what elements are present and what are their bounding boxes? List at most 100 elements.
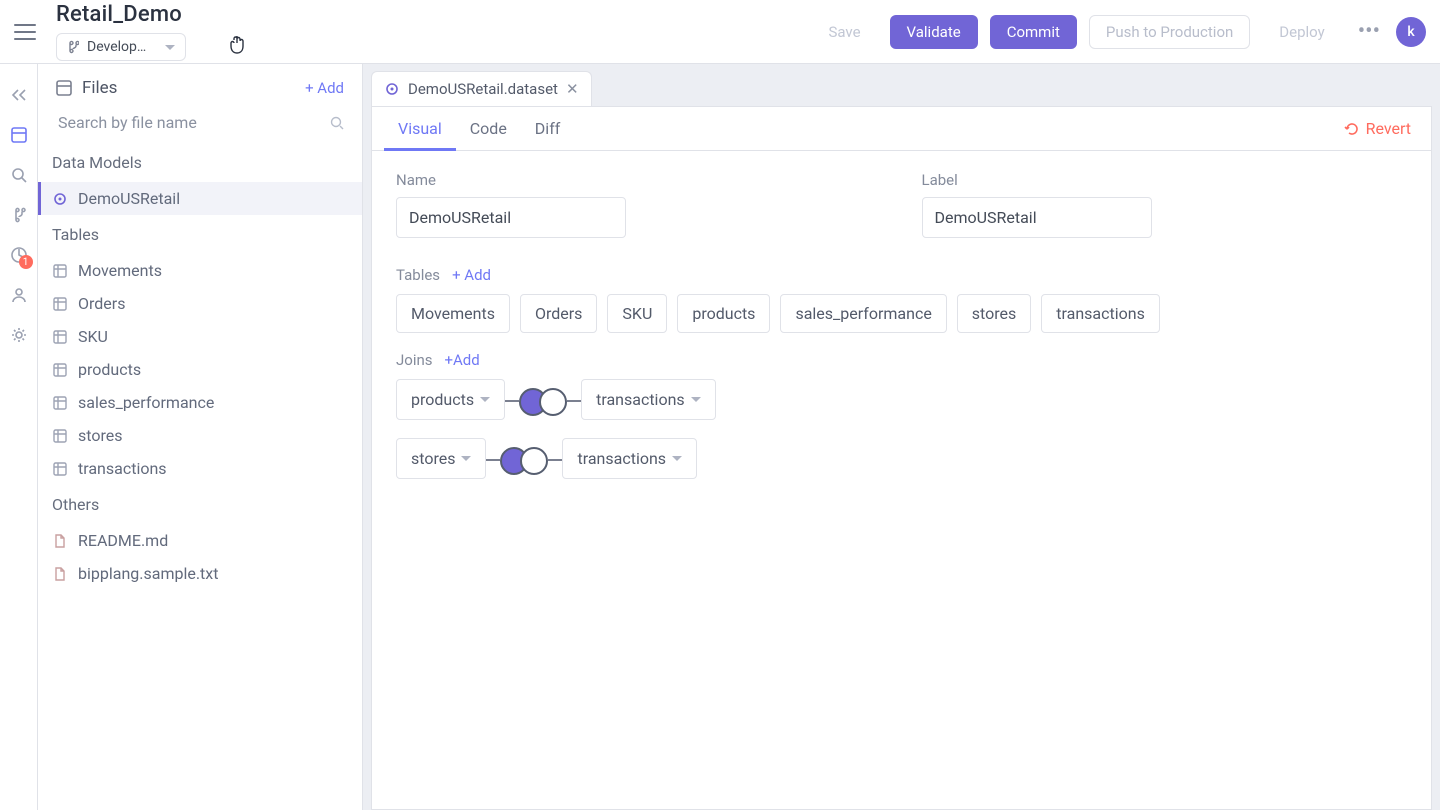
subtab-visual[interactable]: Visual bbox=[384, 107, 456, 150]
file-item-table[interactable]: Orders bbox=[38, 287, 362, 320]
file-tab-label: DemoUSRetail.dataset bbox=[408, 80, 558, 98]
table-chip[interactable]: Movements bbox=[396, 294, 510, 333]
chevron-down-icon bbox=[461, 456, 471, 461]
section-tables: Tables bbox=[38, 215, 362, 254]
file-search-input[interactable] bbox=[56, 112, 330, 133]
chevron-down-icon bbox=[165, 45, 175, 50]
joins-heading: Joins bbox=[396, 351, 433, 369]
hamburger-menu-icon[interactable] bbox=[14, 24, 36, 40]
table-icon bbox=[52, 263, 68, 279]
validate-button[interactable]: Validate bbox=[890, 15, 978, 49]
dataset-icon bbox=[52, 191, 68, 207]
files-header-icon bbox=[56, 80, 72, 96]
activity-rail-icon[interactable]: 1 bbox=[8, 244, 30, 266]
notification-badge: 1 bbox=[19, 255, 33, 269]
file-item-label: Movements bbox=[78, 261, 162, 280]
table-icon bbox=[52, 395, 68, 411]
table-chip[interactable]: SKU bbox=[607, 294, 667, 333]
table-icon bbox=[52, 461, 68, 477]
search-icon bbox=[330, 116, 344, 130]
file-icon bbox=[52, 533, 68, 549]
settings-rail-icon[interactable] bbox=[8, 324, 30, 346]
add-table-button[interactable]: + Add bbox=[452, 266, 491, 284]
user-rail-icon[interactable] bbox=[8, 284, 30, 306]
file-item-other[interactable]: bipplang.sample.txt bbox=[38, 557, 362, 590]
collapse-panel-icon[interactable] bbox=[8, 84, 30, 106]
file-item-label: README.md bbox=[78, 531, 168, 550]
file-item-other[interactable]: README.md bbox=[38, 524, 362, 557]
join-right-table[interactable]: transactions bbox=[562, 438, 697, 479]
chevron-down-icon bbox=[480, 397, 490, 402]
join-right-table[interactable]: transactions bbox=[581, 379, 716, 420]
deploy-button[interactable]: Deploy bbox=[1262, 15, 1341, 49]
file-item-table[interactable]: Movements bbox=[38, 254, 362, 287]
close-tab-icon[interactable]: ✕ bbox=[566, 80, 579, 98]
file-item-table[interactable]: sales_performance bbox=[38, 386, 362, 419]
branch-selector[interactable]: Developm… bbox=[56, 33, 186, 61]
add-join-button[interactable]: +Add bbox=[445, 351, 480, 369]
user-avatar[interactable]: k bbox=[1396, 17, 1426, 47]
add-file-button[interactable]: + Add bbox=[305, 79, 344, 97]
table-chip[interactable]: sales_performance bbox=[780, 294, 946, 333]
files-rail-icon[interactable] bbox=[8, 124, 30, 146]
file-item-label: products bbox=[78, 360, 141, 379]
files-panel: Files + Add Data Models DemoUSRetail Tab… bbox=[38, 64, 363, 810]
dataset-tab-icon bbox=[384, 81, 400, 97]
name-label: Name bbox=[396, 171, 882, 189]
section-data-models: Data Models bbox=[38, 143, 362, 182]
search-rail-icon[interactable] bbox=[8, 164, 30, 186]
file-item-label: SKU bbox=[78, 327, 108, 346]
join-left-table[interactable]: products bbox=[396, 379, 505, 420]
file-item-demousretail[interactable]: DemoUSRetail bbox=[38, 182, 362, 215]
git-rail-icon[interactable] bbox=[8, 204, 30, 226]
table-chip[interactable]: products bbox=[677, 294, 770, 333]
branch-name: Developm… bbox=[87, 39, 157, 55]
file-item-table[interactable]: transactions bbox=[38, 452, 362, 485]
file-item-label: transactions bbox=[78, 459, 167, 478]
project-title: Retail_Demo bbox=[56, 2, 186, 27]
dataset-name-input[interactable] bbox=[396, 197, 626, 238]
join-type-icon[interactable] bbox=[519, 388, 567, 412]
table-icon bbox=[52, 428, 68, 444]
file-item-label: Orders bbox=[78, 294, 125, 313]
file-item-label: stores bbox=[78, 426, 122, 445]
editor-area: DemoUSRetail.dataset ✕ Visual Code Diff … bbox=[363, 64, 1440, 810]
tables-heading: Tables bbox=[396, 266, 440, 284]
commit-button[interactable]: Commit bbox=[990, 15, 1077, 49]
save-button[interactable]: Save bbox=[811, 15, 877, 49]
revert-button[interactable]: Revert bbox=[1344, 119, 1419, 138]
chevron-down-icon bbox=[672, 456, 682, 461]
files-panel-title: Files bbox=[82, 78, 117, 98]
dataset-label-input[interactable] bbox=[922, 197, 1152, 238]
table-chip[interactable]: Orders bbox=[520, 294, 597, 333]
join-row: products transactions bbox=[396, 379, 1407, 420]
file-item-table[interactable]: SKU bbox=[38, 320, 362, 353]
table-icon bbox=[52, 362, 68, 378]
file-item-table[interactable]: stores bbox=[38, 419, 362, 452]
table-icon bbox=[52, 329, 68, 345]
chevron-down-icon bbox=[691, 397, 701, 402]
nav-rail: 1 bbox=[0, 64, 38, 810]
editor-subtabs: Visual Code Diff Revert bbox=[372, 107, 1431, 151]
file-item-label: sales_performance bbox=[78, 393, 214, 412]
table-chip[interactable]: stores bbox=[957, 294, 1031, 333]
subtab-diff[interactable]: Diff bbox=[521, 107, 575, 150]
label-label: Label bbox=[922, 171, 1408, 189]
push-button[interactable]: Push to Production bbox=[1089, 15, 1250, 49]
file-tab-strip: DemoUSRetail.dataset ✕ bbox=[371, 72, 1432, 106]
table-chip[interactable]: transactions bbox=[1041, 294, 1160, 333]
file-item-label: bipplang.sample.txt bbox=[78, 564, 218, 583]
file-item-label: DemoUSRetail bbox=[78, 189, 180, 208]
join-type-icon[interactable] bbox=[500, 447, 548, 471]
revert-icon bbox=[1344, 121, 1360, 137]
section-others: Others bbox=[38, 485, 362, 524]
file-icon bbox=[52, 566, 68, 582]
file-tab[interactable]: DemoUSRetail.dataset ✕ bbox=[371, 71, 592, 106]
top-bar: Retail_Demo Developm… Save Validate Comm… bbox=[0, 0, 1440, 64]
subtab-code[interactable]: Code bbox=[456, 107, 521, 150]
table-icon bbox=[52, 296, 68, 312]
join-left-table[interactable]: stores bbox=[396, 438, 486, 479]
file-item-table[interactable]: products bbox=[38, 353, 362, 386]
join-row: stores transactions bbox=[396, 438, 1407, 479]
branch-icon bbox=[67, 40, 79, 54]
